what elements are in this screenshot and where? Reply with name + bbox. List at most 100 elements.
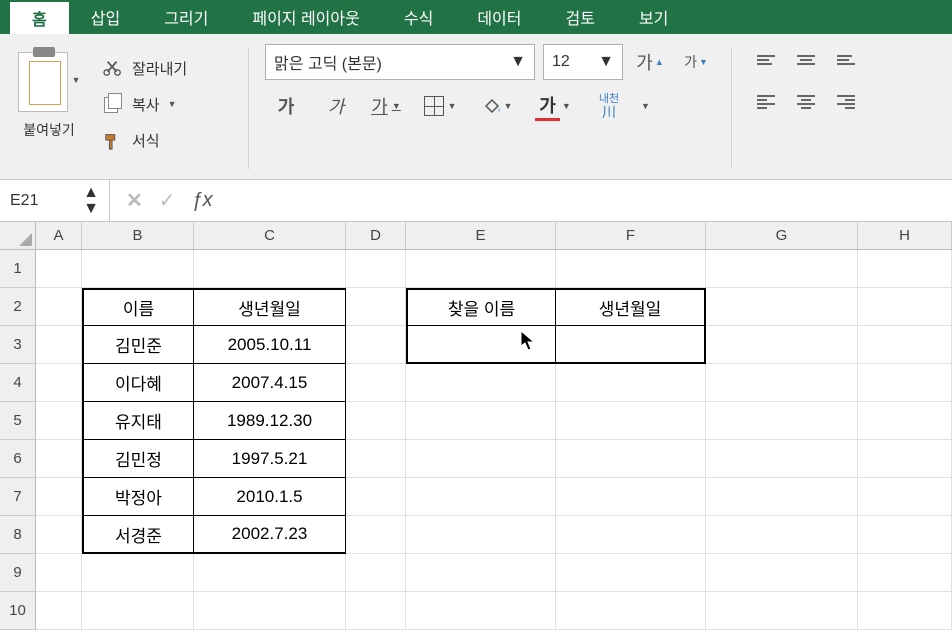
cell-F5[interactable]	[556, 402, 706, 440]
row-header-1[interactable]: 1	[0, 250, 35, 288]
cell-D2[interactable]	[346, 288, 406, 326]
col-header-H[interactable]: H	[858, 222, 952, 249]
col-header-D[interactable]: D	[346, 222, 406, 249]
cell-C3[interactable]: 2005.10.11	[194, 326, 346, 364]
row-header-3[interactable]: 3	[0, 326, 35, 364]
cell-H1[interactable]	[858, 250, 952, 288]
align-bottom-button[interactable]	[828, 44, 864, 76]
cell-C6[interactable]: 1997.5.21	[194, 440, 346, 478]
cell-E9[interactable]	[406, 554, 556, 592]
enter-icon[interactable]: ✓	[159, 188, 176, 213]
phonetic-guide-button[interactable]: 내천 川	[585, 88, 633, 124]
cell-A6[interactable]	[36, 440, 82, 478]
row-header-4[interactable]: 4	[0, 364, 35, 402]
cell-G7[interactable]	[706, 478, 858, 516]
cell-E7[interactable]	[406, 478, 556, 516]
fx-icon[interactable]: ƒx	[192, 189, 213, 212]
copy-button[interactable]: 복사 ▼	[102, 86, 232, 122]
name-box[interactable]: E21 ▲▼	[0, 180, 110, 221]
cell-H9[interactable]	[858, 554, 952, 592]
cell-C5[interactable]: 1989.12.30	[194, 402, 346, 440]
cell-G5[interactable]	[706, 402, 858, 440]
cell-F6[interactable]	[556, 440, 706, 478]
col-header-A[interactable]: A	[36, 222, 82, 249]
fill-color-button[interactable]: ▼	[473, 88, 521, 124]
col-header-C[interactable]: C	[194, 222, 346, 249]
tab-insert[interactable]: 삽입	[69, 0, 142, 34]
cell-D1[interactable]	[346, 250, 406, 288]
cell-D9[interactable]	[346, 554, 406, 592]
cell-C7[interactable]: 2010.1.5	[194, 478, 346, 516]
font-grow-button[interactable]: 가▲	[631, 44, 669, 80]
col-header-G[interactable]: G	[706, 222, 858, 249]
font-color-button[interactable]: 가 ▼	[529, 88, 577, 124]
cell-B6[interactable]: 김민정	[82, 440, 194, 478]
align-center-button[interactable]	[788, 86, 824, 118]
cell-A9[interactable]	[36, 554, 82, 592]
align-middle-button[interactable]	[788, 44, 824, 76]
format-painter-button[interactable]: 서식	[102, 122, 232, 158]
cell-B2[interactable]: 이름	[82, 288, 194, 326]
cut-button[interactable]: 잘라내기	[102, 50, 232, 86]
name-box-stepper[interactable]: ▲▼	[83, 185, 99, 217]
cell-A4[interactable]	[36, 364, 82, 402]
row-header-6[interactable]: 6	[0, 440, 35, 478]
cell-B7[interactable]: 박정아	[82, 478, 194, 516]
cell-G6[interactable]	[706, 440, 858, 478]
font-shrink-button[interactable]: 가▼	[677, 44, 715, 80]
cell-B8[interactable]: 서경준	[82, 516, 194, 554]
tab-data[interactable]: 데이터	[455, 0, 543, 34]
cell-G1[interactable]	[706, 250, 858, 288]
italic-button[interactable]: 가	[315, 88, 357, 124]
cell-B9[interactable]	[82, 554, 194, 592]
col-header-F[interactable]: F	[556, 222, 706, 249]
row-header-2[interactable]: 2	[0, 288, 35, 326]
cell-F1[interactable]	[556, 250, 706, 288]
cell-F9[interactable]	[556, 554, 706, 592]
cell-D8[interactable]	[346, 516, 406, 554]
row-header-9[interactable]: 9	[0, 554, 35, 592]
cell-A7[interactable]	[36, 478, 82, 516]
tab-home[interactable]: 홈	[10, 0, 69, 34]
cell-E6[interactable]	[406, 440, 556, 478]
cell-H3[interactable]	[858, 326, 952, 364]
cell-D10[interactable]	[346, 592, 406, 630]
cell-C10[interactable]	[194, 592, 346, 630]
cell-H2[interactable]	[858, 288, 952, 326]
cell-E2[interactable]: 찾을 이름	[406, 288, 556, 326]
cell-B5[interactable]: 유지태	[82, 402, 194, 440]
cell-A2[interactable]	[36, 288, 82, 326]
cell-C2[interactable]: 생년월일	[194, 288, 346, 326]
cell-A1[interactable]	[36, 250, 82, 288]
borders-button[interactable]: ▼	[415, 88, 465, 124]
bold-button[interactable]: 가	[265, 88, 307, 124]
cell-H8[interactable]	[858, 516, 952, 554]
cell-H4[interactable]	[858, 364, 952, 402]
cell-A8[interactable]	[36, 516, 82, 554]
cell-E1[interactable]	[406, 250, 556, 288]
row-header-8[interactable]: 8	[0, 516, 35, 554]
cell-D5[interactable]	[346, 402, 406, 440]
cell-D3[interactable]	[346, 326, 406, 364]
col-header-B[interactable]: B	[82, 222, 194, 249]
cell-H7[interactable]	[858, 478, 952, 516]
cell-E10[interactable]	[406, 592, 556, 630]
cell-G9[interactable]	[706, 554, 858, 592]
cancel-icon[interactable]: ✕	[126, 188, 143, 213]
cell-G10[interactable]	[706, 592, 858, 630]
col-header-E[interactable]: E	[406, 222, 556, 249]
cell-F4[interactable]	[556, 364, 706, 402]
cell-H6[interactable]	[858, 440, 952, 478]
cell-F10[interactable]	[556, 592, 706, 630]
cells-grid[interactable]: 이름생년월일찾을 이름생년월일김민준2005.10.11이다혜2007.4.15…	[36, 250, 952, 630]
cell-B10[interactable]	[82, 592, 194, 630]
cell-B3[interactable]: 김민준	[82, 326, 194, 364]
cell-E5[interactable]	[406, 402, 556, 440]
align-top-button[interactable]	[748, 44, 784, 76]
cell-C1[interactable]	[194, 250, 346, 288]
cell-A5[interactable]	[36, 402, 82, 440]
underline-button[interactable]: 가 ▼	[365, 88, 407, 124]
cell-C8[interactable]: 2002.7.23	[194, 516, 346, 554]
font-name-select[interactable]: 맑은 고딕 (본문) ▼	[265, 44, 535, 80]
row-header-7[interactable]: 7	[0, 478, 35, 516]
